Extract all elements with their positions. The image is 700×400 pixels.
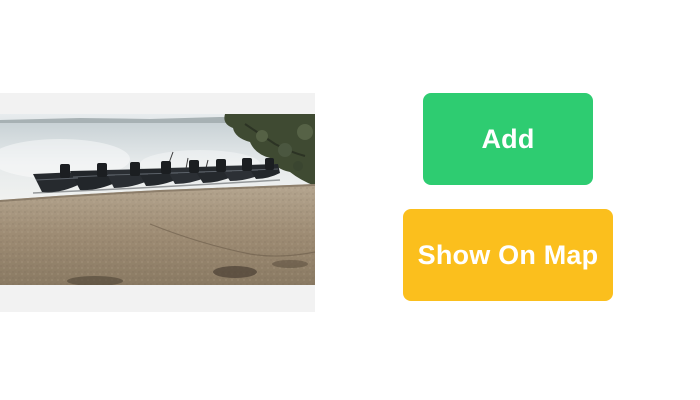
show-on-map-button[interactable]: Show On Map <box>403 209 613 301</box>
add-button[interactable]: Add <box>423 93 593 185</box>
beach-boats-photo[interactable] <box>0 114 315 285</box>
photo-frame <box>0 93 315 312</box>
screen: Add Show On Map <box>0 0 700 400</box>
